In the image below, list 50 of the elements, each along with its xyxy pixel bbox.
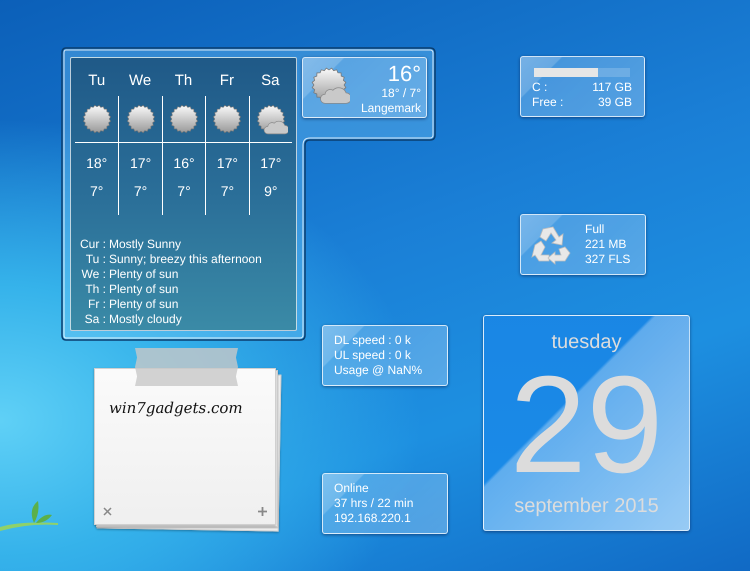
day-label: Fr: [218, 72, 235, 88]
connection-info: Online: [334, 481, 370, 496]
forecast-text: Plenty of sun: [109, 267, 178, 282]
connection-info: 37 hrs / 22 min: [334, 496, 414, 511]
day-label: Th :: [84, 282, 106, 297]
day-label: We: [128, 72, 152, 88]
low-temperature: 7°: [134, 183, 148, 199]
drive-label: Free :: [532, 95, 564, 110]
network-stat: Usage @ NaN%: [334, 363, 424, 378]
day-label: Cur :: [78, 237, 106, 252]
high-temperature: 17°: [260, 155, 282, 171]
drive-label: C :: [532, 80, 548, 95]
high-temperature: 17°: [216, 155, 238, 171]
forecast-text: Sunny; breezy this afternoon: [109, 252, 262, 267]
low-temperature: 7°: [220, 183, 234, 199]
high-temperature: 17°: [130, 155, 152, 171]
weekday-label: tuesday: [551, 330, 622, 354]
recycle-bin-info: 221 MB: [585, 237, 628, 252]
day-label: Fr :: [87, 297, 106, 312]
current-temperature: 16°: [388, 62, 421, 86]
temperature-range: 18° / 7°: [381, 86, 421, 101]
day-number: 29: [510, 356, 664, 494]
drive-value: 39 GB: [596, 95, 632, 110]
day-label: We :: [80, 267, 106, 282]
day-label: Tu :: [84, 252, 106, 267]
low-temperature: 9°: [264, 183, 278, 199]
high-temperature: 18°: [86, 155, 108, 171]
plus-icon[interactable]: [258, 507, 267, 516]
day-label: Tu: [87, 72, 106, 88]
forecast-text: Mostly Sunny: [109, 237, 182, 252]
recycle-icon: [529, 224, 573, 264]
forecast-text: Plenty of sun: [109, 282, 178, 297]
day-label: Th: [174, 72, 194, 88]
note-text: win7gadgets.com: [109, 399, 244, 417]
location-label: Langemark: [360, 101, 421, 116]
drive-value: 117 GB: [591, 80, 632, 95]
recycle-bin-info: Full: [585, 222, 606, 237]
day-label: Sa :: [84, 312, 106, 327]
network-stat: DL speed : 0 k: [334, 333, 412, 348]
forecast-text: Plenty of sun: [109, 297, 178, 312]
month-year-label: september 2015: [514, 494, 659, 518]
low-temperature: 7°: [177, 183, 191, 199]
day-label: Sa: [260, 72, 280, 88]
connection-info: 192.168.220.1: [334, 511, 412, 526]
close-icon[interactable]: [103, 507, 112, 516]
forecast-text: Mostly cloudy: [109, 312, 182, 327]
low-temperature: 7°: [90, 183, 104, 199]
recycle-bin-info: 327 FLS: [585, 252, 630, 267]
high-temperature: 16°: [173, 155, 195, 171]
network-stat: UL speed : 0 k: [334, 348, 412, 363]
